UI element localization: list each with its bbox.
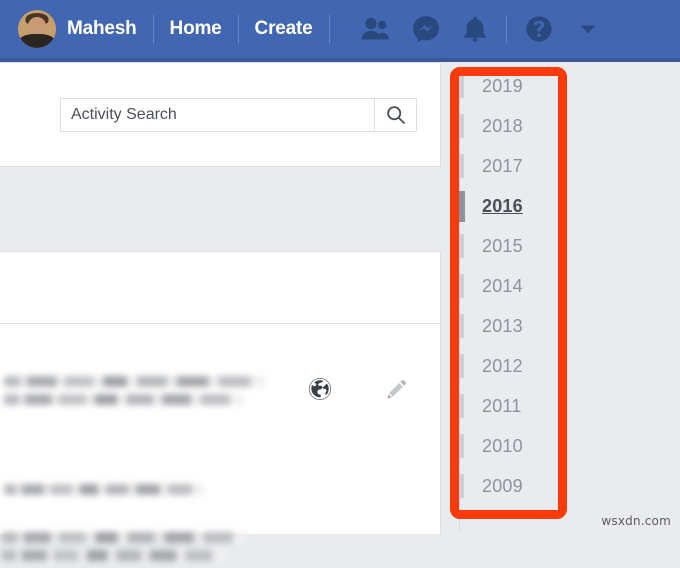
year-tick-mark [459,394,464,418]
watermark-label: wsxdn.com [601,514,671,528]
year-tick-mark [459,234,464,258]
friend-requests-icon[interactable] [360,16,390,42]
nav-divider [152,15,154,43]
notifications-icon[interactable] [462,15,488,43]
year-label: 2017 [482,155,523,176]
year-label: 2015 [482,235,523,256]
year-tick-mark [459,474,464,498]
year-tick-mark [459,154,464,178]
help-icon[interactable] [525,15,553,43]
year-item-2016[interactable]: 2016 [459,186,578,226]
globe-icon[interactable] [308,377,332,406]
year-item-2012[interactable]: 2012 [459,346,578,386]
blurred-post-text [4,484,209,502]
messenger-icon[interactable] [412,15,440,43]
avatar[interactable] [18,10,56,48]
main-content-column [0,62,441,561]
year-label: 2012 [482,355,523,376]
year-item-2009[interactable]: 2009 [459,466,578,506]
year-label-selected: 2016 [482,195,523,216]
year-label: 2018 [482,115,523,136]
year-tick-mark-selected [459,191,465,222]
top-navigation-bar: Mahesh Home Create [0,0,680,62]
nav-link-create[interactable]: Create [255,18,313,40]
content-gap-band [0,188,441,250]
year-tick-mark [459,274,464,298]
year-tick-mark [459,354,464,378]
year-tick-mark [459,74,464,98]
nav-link-home[interactable]: Home [170,18,222,40]
year-item-2013[interactable]: 2013 [459,306,578,346]
year-label: 2014 [482,275,523,296]
year-label: 2019 [482,75,523,96]
search-icon [386,105,405,124]
year-item-2010[interactable]: 2010 [459,426,578,466]
activity-search-field[interactable] [60,97,417,132]
blurred-post-text [4,376,268,412]
year-label: 2011 [482,395,522,416]
year-item-2015[interactable]: 2015 [459,226,578,266]
year-label: 2013 [482,315,523,336]
nav-divider [237,15,239,43]
year-tick-mark [459,434,464,458]
year-item-2019[interactable]: 2019 [459,66,578,106]
content-card-blank [0,251,441,324]
year-label: 2010 [482,435,523,456]
year-item-2017[interactable]: 2017 [459,146,578,186]
profile-nav-item[interactable]: Mahesh [18,10,137,48]
year-list: 2019 2018 2017 2016 2015 2014 2013 2012 … [459,66,578,530]
nav-divider [328,15,330,43]
avatar-body [20,34,54,48]
activity-search-card [0,62,441,167]
blurred-post-text [2,532,250,568]
year-tick-mark [459,314,464,338]
activity-post-card [0,324,441,561]
account-dropdown-icon[interactable] [579,23,597,35]
year-item-2018[interactable]: 2018 [459,106,578,146]
pencil-icon[interactable] [383,377,409,408]
year-item-2011[interactable]: 2011 [459,386,578,426]
search-input[interactable] [61,98,374,131]
nav-icon-group [360,15,597,43]
profile-name-label: Mahesh [67,18,137,39]
nav-divider [505,15,507,43]
year-label: 2009 [482,475,523,496]
search-button[interactable] [374,98,416,131]
year-item-2014[interactable]: 2014 [459,266,578,306]
year-filter-panel: 2019 2018 2017 2016 2015 2014 2013 2012 … [441,62,680,534]
year-tick-mark [459,114,464,138]
